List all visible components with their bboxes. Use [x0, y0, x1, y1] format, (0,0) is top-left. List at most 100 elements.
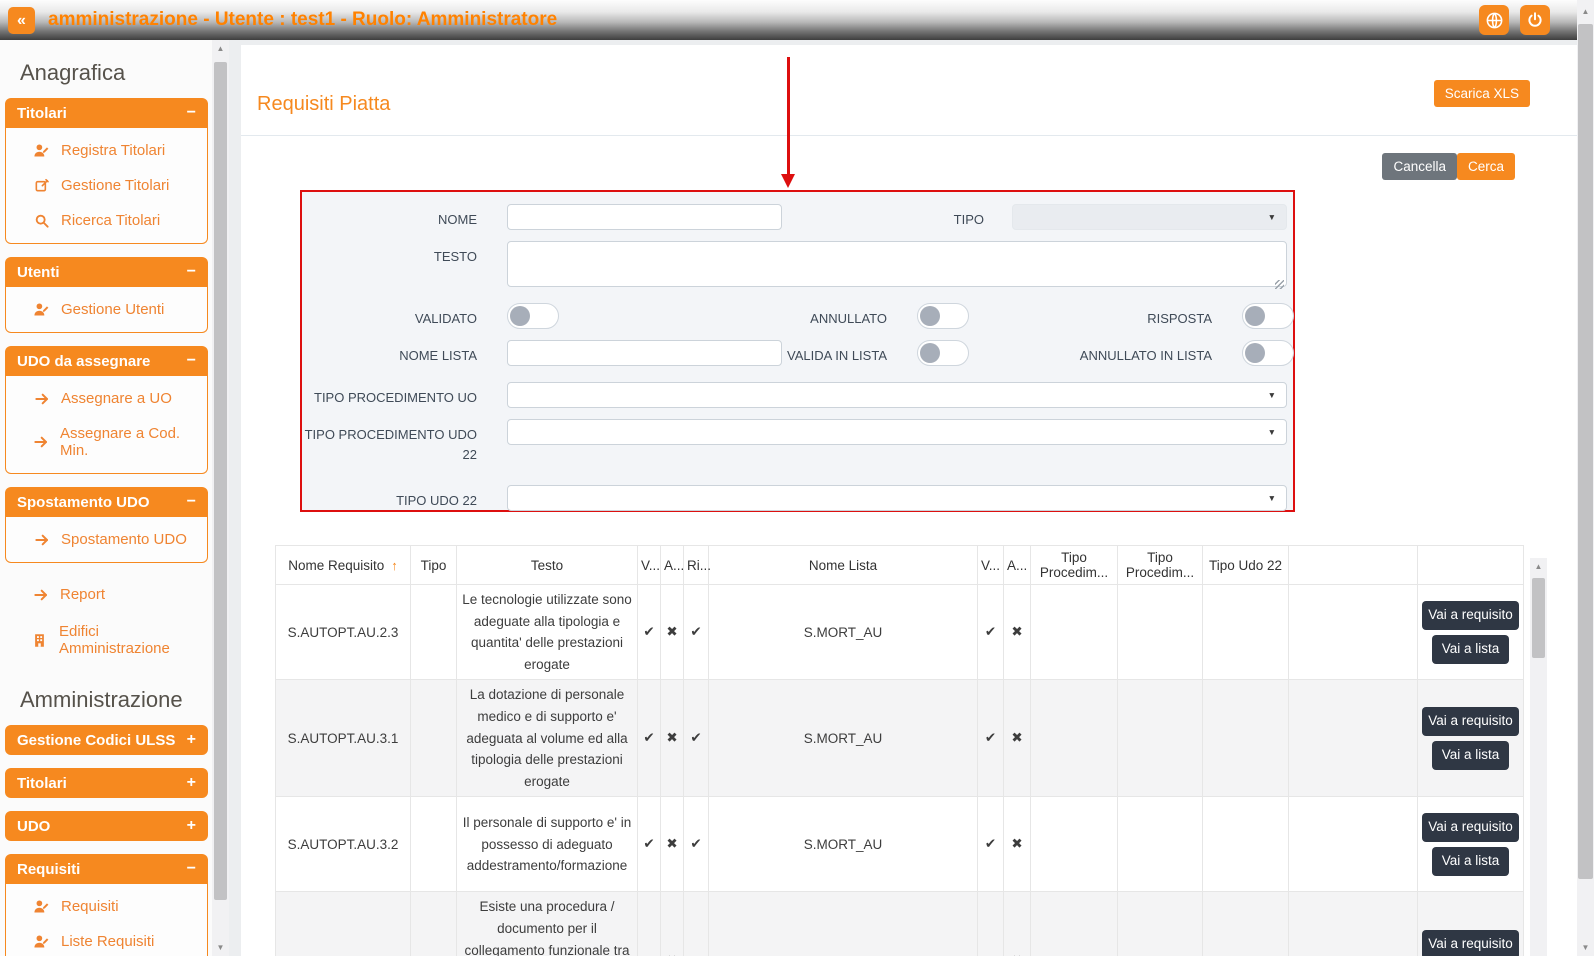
expand-plus-icon[interactable]: + [187, 774, 196, 792]
validato-toggle[interactable] [507, 303, 559, 329]
nome-input[interactable] [507, 204, 782, 230]
tipo-udo22-select[interactable]: ▼ [507, 485, 1287, 511]
collapse-minus-icon[interactable]: − [187, 860, 196, 878]
page-title: Requisiti Piatta [257, 93, 390, 116]
sidebar-item-registra-titolari[interactable]: Registra Titolari [6, 133, 207, 168]
annullato-in-lista-label: ANNULLATO IN LISTA [969, 340, 1212, 366]
cancel-button[interactable]: Cancella [1382, 153, 1457, 180]
col-header-spare [1289, 546, 1418, 585]
scroll-down-icon[interactable]: ▼ [212, 939, 229, 956]
table-scrollbar[interactable]: ▲ [1530, 558, 1547, 956]
col-header-nome-lista[interactable]: Nome Lista [709, 546, 978, 585]
download-xls-button[interactable]: Scarica XLS [1434, 80, 1530, 107]
sidebar-panel-header-requisiti[interactable]: Requisiti − [5, 854, 208, 884]
sidebar-item-report[interactable]: Report [0, 576, 212, 613]
sidebar-panel-gestione-codici-ulss: Gestione Codici ULSS + [5, 725, 208, 755]
sidebar-item-spostamento-udo[interactable]: Spostamento UDO [6, 522, 207, 557]
cross-icon: ✖ [1004, 797, 1031, 892]
language-globe-button[interactable] [1479, 5, 1509, 35]
sidebar-panel-header-udo[interactable]: UDO + [5, 811, 208, 841]
goto-requisito-button[interactable]: Vai a requisito [1422, 707, 1519, 736]
col-header-annullato-in-lista[interactable]: A... [1004, 546, 1031, 585]
cross-icon: ✖ [661, 680, 684, 797]
tipo-select[interactable]: ▼ [1012, 204, 1287, 230]
caret-down-icon: ▼ [1268, 427, 1276, 437]
col-header-valida-in-lista[interactable]: V... [978, 546, 1004, 585]
goto-lista-button[interactable]: Vai a lista [1432, 741, 1509, 770]
collapse-minus-icon[interactable]: − [187, 263, 196, 281]
sidebar-panel-header-titolari[interactable]: Titolari − [5, 98, 208, 128]
user-edit-icon [33, 933, 50, 950]
sidebar-item-label: Spostamento UDO [61, 531, 187, 548]
cell-actions: Vai a requisito Vai a lista [1418, 892, 1524, 956]
expand-plus-icon[interactable]: + [187, 731, 196, 749]
scroll-up-icon[interactable]: ▲ [212, 40, 229, 57]
goto-requisito-button[interactable]: Vai a requisito [1422, 601, 1519, 630]
col-header-tipo[interactable]: Tipo [411, 546, 457, 585]
arrow-right-icon [33, 434, 49, 450]
col-header-tipo-procedimento-uo[interactable]: Tipo Procedim... [1031, 546, 1118, 585]
sidebar-item-gestione-titolari[interactable]: Gestione Titolari [6, 168, 207, 203]
sidebar-item-assegnare-a-uo[interactable]: Assegnare a UO [6, 381, 207, 416]
scroll-down-icon[interactable]: ▼ [1577, 939, 1594, 956]
logout-power-button[interactable] [1520, 5, 1550, 35]
sidebar-item-assegnare-a-cod-min[interactable]: Assegnare a Cod. Min. [6, 416, 207, 468]
collapse-minus-icon[interactable]: − [187, 352, 196, 370]
tipo-procedimento-uo-select[interactable]: ▼ [507, 382, 1287, 408]
panel-title: Requisiti [17, 861, 80, 878]
sidebar-panel-header-titolari-admin[interactable]: Titolari + [5, 768, 208, 798]
search-button[interactable]: Cerca [1457, 153, 1515, 180]
nome-lista-input[interactable] [507, 340, 782, 366]
col-header-nome-requisito[interactable]: Nome Requisito↑ [276, 546, 411, 585]
tipo-procedimento-udo22-label: TIPO PROCEDIMENTO UDO 22 [302, 419, 477, 464]
col-header-risposta[interactable]: Ri... [684, 546, 709, 585]
collapse-minus-icon[interactable]: − [187, 104, 196, 122]
goto-lista-button[interactable]: Vai a lista [1432, 635, 1509, 664]
valida-in-lista-toggle[interactable] [917, 340, 969, 366]
table-scrollbar-thumb[interactable] [1532, 578, 1545, 658]
table-row: S.AUTOPT.AU.3.3 Esiste una procedura / d… [276, 892, 1524, 956]
sidebar-scrollbar-thumb[interactable] [214, 62, 227, 900]
goto-lista-button[interactable]: Vai a lista [1432, 847, 1509, 876]
scroll-up-icon[interactable]: ▲ [1530, 558, 1547, 575]
cell-tipo-procedimento-uo [1031, 797, 1118, 892]
page-scrollbar[interactable]: ▲ ▼ [1577, 0, 1594, 956]
sidebar-panel-header-udo-da-assegnare[interactable]: UDO da assegnare − [5, 346, 208, 376]
sidebar-heading-amministrazione: Amministrazione [20, 687, 212, 713]
sidebar-item-ricerca-titolari[interactable]: Ricerca Titolari [6, 203, 207, 238]
cell-nome-requisito: S.AUTOPT.AU.3.3 [276, 892, 411, 956]
sidebar-item-label: Report [60, 586, 105, 603]
valida-in-lista-label: VALIDA IN LISTA [782, 340, 887, 366]
scroll-up-icon[interactable]: ▲ [1577, 3, 1594, 20]
col-header-tipo-udo22[interactable]: Tipo Udo 22 [1203, 546, 1289, 585]
sidebar-item-liste-requisiti[interactable]: Liste Requisiti [6, 924, 207, 956]
col-header-testo[interactable]: Testo [457, 546, 638, 585]
page-scrollbar-thumb[interactable] [1578, 24, 1593, 879]
sidebar-panel-header-gestione-codici-ulss[interactable]: Gestione Codici ULSS + [5, 725, 208, 755]
cell-nome-requisito: S.AUTOPT.AU.3.1 [276, 680, 411, 797]
annullato-in-lista-toggle[interactable] [1242, 340, 1294, 366]
sidebar-panel-header-spostamento-udo[interactable]: Spostamento UDO − [5, 487, 208, 517]
col-header-annullato[interactable]: A... [661, 546, 684, 585]
col-header-validato[interactable]: V... [638, 546, 661, 585]
panel-title: Titolari [17, 105, 67, 122]
annullato-toggle[interactable] [917, 303, 969, 329]
sidebar-item-gestione-utenti[interactable]: Gestione Utenti [6, 292, 207, 327]
goto-requisito-button[interactable]: Vai a requisito [1422, 930, 1519, 956]
goto-requisito-button[interactable]: Vai a requisito [1422, 813, 1519, 842]
risposta-toggle[interactable] [1242, 303, 1294, 329]
expand-plus-icon[interactable]: + [187, 817, 196, 835]
sidebar-scrollbar[interactable]: ▲ ▼ [212, 40, 229, 956]
resize-grip-icon[interactable] [1275, 280, 1284, 289]
cell-actions: Vai a requisito Vai a lista [1418, 585, 1524, 680]
col-header-tipo-procedimento-udo22[interactable]: Tipo Procedim... [1118, 546, 1203, 585]
collapse-minus-icon[interactable]: − [187, 493, 196, 511]
sidebar-item-edifici-amministrazione[interactable]: Edifici Amministrazione [0, 613, 212, 667]
cross-icon: ✖ [661, 797, 684, 892]
sidebar-collapse-button[interactable]: « [8, 7, 35, 34]
panel-title: Spostamento UDO [17, 494, 150, 511]
sidebar-panel-header-utenti[interactable]: Utenti − [5, 257, 208, 287]
tipo-procedimento-udo22-select[interactable]: ▼ [507, 419, 1287, 445]
testo-textarea[interactable] [507, 241, 1287, 287]
sidebar-item-requisiti[interactable]: Requisiti [6, 889, 207, 924]
